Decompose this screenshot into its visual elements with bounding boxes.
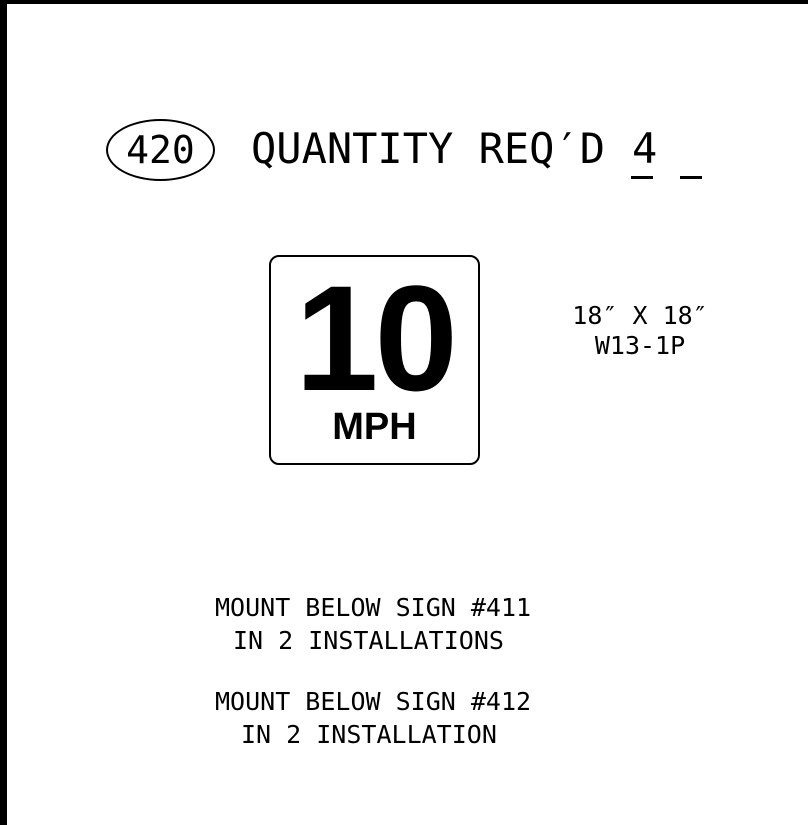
sign-specification: 18″ X 18″ W13-1P [555,301,725,361]
quantity-blank-underline [680,176,702,179]
note-1-line-1: MOUNT BELOW SIGN #411 [215,593,532,622]
sign-size: 18″ X 18″ [572,301,708,330]
quantity-underline [631,176,653,179]
note-2-line-2: IN 2 INSTALLATION [241,720,497,749]
speed-value: 10 [295,254,458,422]
drawing-sheet: 420 QUANTITY REQ′D 4 10 MPH 18″ X 18″ W1… [0,0,808,825]
quantity-label: QUANTITY REQ′D [251,124,606,173]
sign-number-badge: 420 [106,119,215,181]
sign-code: W13-1P [594,331,686,360]
speed-unit: MPH [332,406,417,448]
note-1-line-2: IN 2 INSTALLATIONS [233,626,504,655]
quantity-value: 4 [632,124,658,173]
note-2-line-1: MOUNT BELOW SIGN #412 [215,687,532,716]
speed-plaque-sign: 10 MPH [269,255,480,465]
